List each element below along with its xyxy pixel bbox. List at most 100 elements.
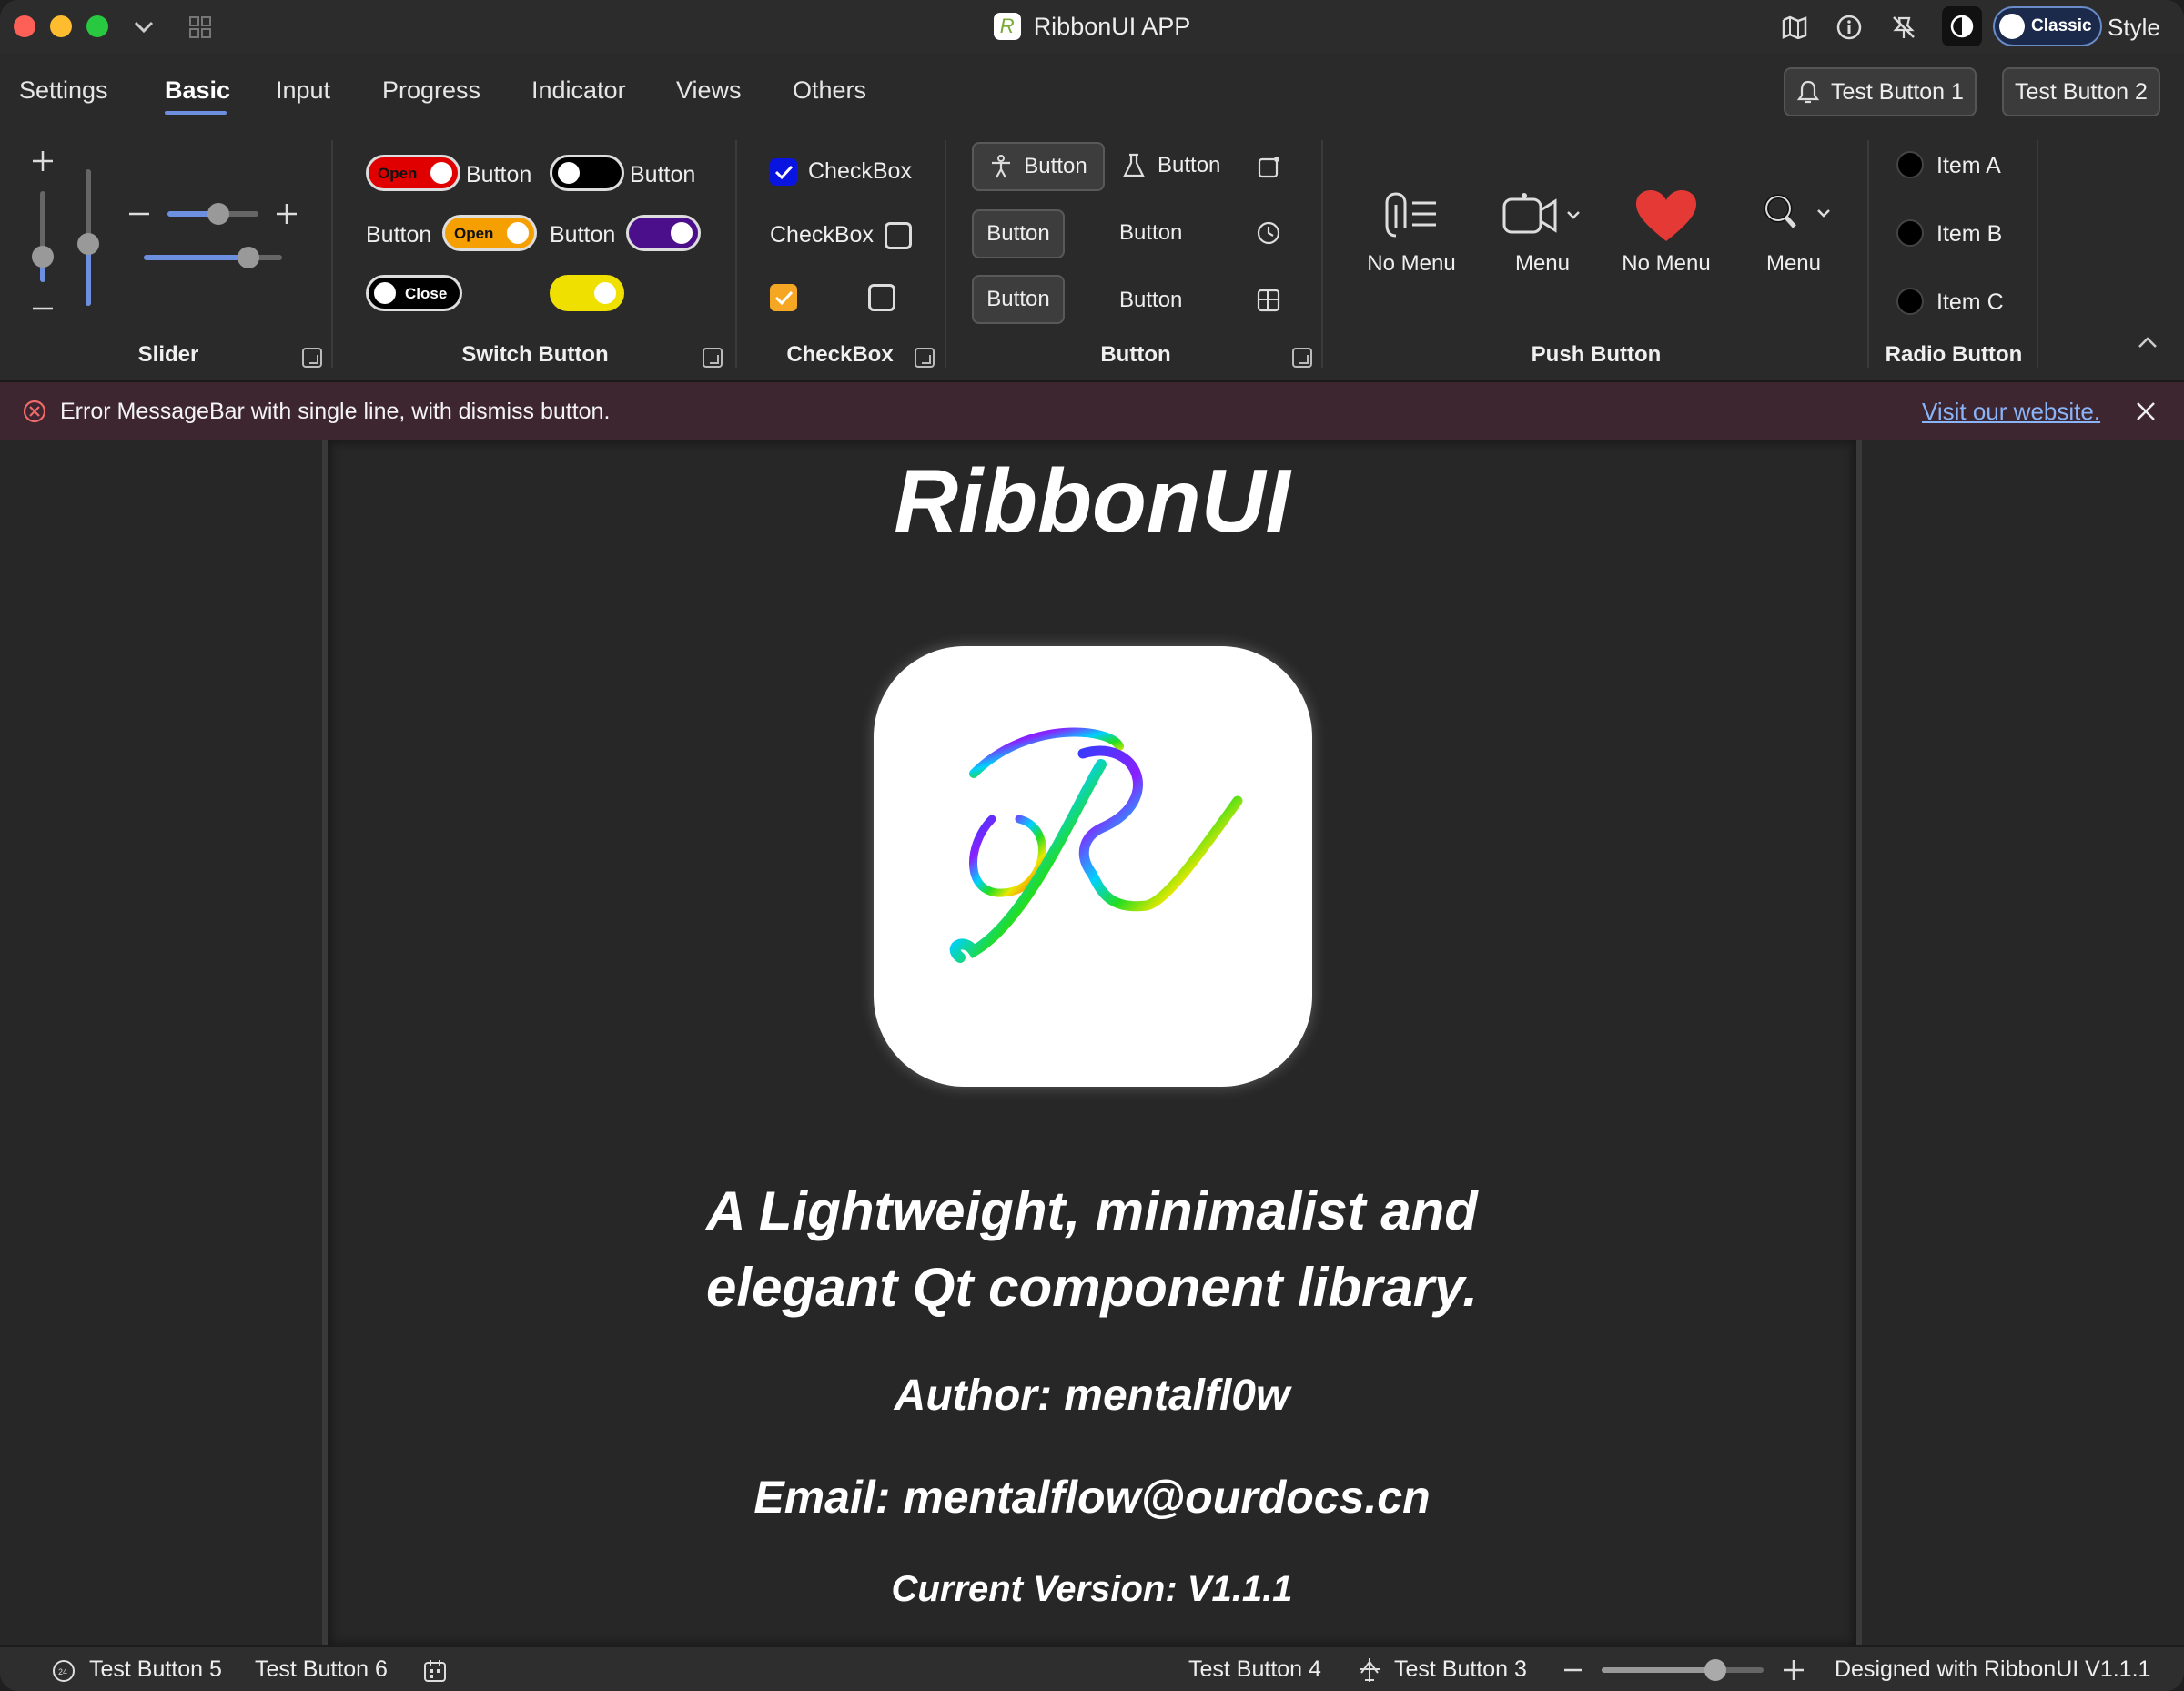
push-label: No Menu: [1367, 251, 1456, 276]
classic-toggle-label: Classic: [2031, 16, 2092, 35]
title-bar: R RibbonUI APP Classic Style: [0, 0, 2184, 53]
video-camera-icon: [1502, 193, 1580, 234]
checkbox-unchecked[interactable]: [868, 284, 895, 311]
info-icon[interactable]: [1833, 11, 1866, 44]
classic-style-toggle[interactable]: Classic: [1993, 6, 2102, 46]
switch-dialog-launcher[interactable]: [703, 348, 723, 368]
zoom-out-icon[interactable]: [1563, 1666, 1583, 1675]
radio-item-c[interactable]: [1896, 288, 1924, 315]
switch-open-red[interactable]: Open: [366, 155, 460, 191]
slider-dialog-launcher[interactable]: [302, 348, 322, 368]
minimize-window-button[interactable]: [50, 15, 72, 37]
minus-icon[interactable]: [127, 209, 151, 218]
accessibility-button[interactable]: Button: [972, 142, 1105, 191]
group-separator: [2037, 140, 2038, 368]
switch-off-black[interactable]: [550, 155, 624, 191]
test-button-4[interactable]: Test Button 4: [1188, 1656, 1321, 1683]
beaker-button[interactable]: Button: [1123, 153, 1220, 178]
switch-open-text: Open: [454, 225, 494, 242]
error-circle-icon: [23, 400, 46, 423]
map-icon[interactable]: [1778, 11, 1811, 44]
switch-open-orange[interactable]: Open: [442, 215, 537, 251]
window-new-icon[interactable]: [1258, 155, 1281, 178]
zoom-in-icon[interactable]: [1782, 1658, 1805, 1682]
switch-close-black[interactable]: Close: [366, 275, 462, 311]
radio-item-b[interactable]: [1896, 219, 1924, 247]
tab-input[interactable]: Input: [276, 76, 330, 105]
vertical-slider-1[interactable]: [32, 191, 54, 282]
plus-icon[interactable]: [275, 202, 298, 226]
checkbox-checked-orange[interactable]: [770, 284, 797, 311]
zoom-slider-fill: [1602, 1667, 1715, 1673]
test-button-1[interactable]: Test Button 1: [1784, 67, 1977, 116]
paperclip-list-icon: [1385, 192, 1436, 238]
radio-label: Item A: [1936, 153, 2001, 178]
switch-open-text: Open: [378, 165, 418, 182]
radio-label: Item C: [1936, 289, 2004, 315]
clock-24-icon[interactable]: 24: [51, 1658, 76, 1684]
radio-item-a[interactable]: [1896, 151, 1924, 178]
accessibility-icon: [992, 155, 1011, 178]
checkbox-label: CheckBox: [808, 158, 912, 184]
test-button-2[interactable]: Test Button 2: [2002, 67, 2160, 116]
visit-website-link[interactable]: Visit our website.: [1922, 398, 2100, 426]
horizontal-slider-1[interactable]: [167, 203, 258, 225]
switch-on-purple[interactable]: [626, 215, 701, 251]
radio-group-title: Radio Button: [1885, 342, 2023, 367]
checkbox-unchecked[interactable]: [885, 222, 912, 249]
close-window-button[interactable]: [14, 15, 35, 37]
plus-icon[interactable]: [31, 149, 55, 173]
zoom-slider[interactable]: [1602, 1659, 1764, 1681]
collapse-ribbon-icon[interactable]: [2137, 335, 2159, 349]
chevron-down-icon[interactable]: [127, 11, 160, 44]
checkbox-checked-blue[interactable]: [770, 158, 797, 186]
plain-button[interactable]: Button: [972, 275, 1065, 324]
tab-views[interactable]: Views: [676, 76, 742, 105]
maximize-window-button[interactable]: [86, 15, 108, 37]
svg-text:24: 24: [58, 1667, 67, 1676]
tab-others[interactable]: Others: [793, 76, 866, 105]
text-button[interactable]: Button: [1119, 288, 1182, 313]
tagline-line-1: A Lightweight, minimalist and: [706, 1180, 1478, 1241]
close-icon[interactable]: [2135, 400, 2157, 422]
group-separator: [1321, 140, 1323, 368]
button-dialog-launcher[interactable]: [1292, 348, 1312, 368]
test-button-6[interactable]: Test Button 6: [255, 1656, 388, 1683]
button-label: Button: [1158, 153, 1221, 177]
tab-progress[interactable]: Progress: [382, 76, 480, 105]
switch-on-yellow[interactable]: [550, 275, 624, 311]
zoom-slider-knob[interactable]: [1704, 1659, 1726, 1681]
radio-label: Item B: [1936, 221, 2003, 247]
tab-settings[interactable]: Settings: [19, 76, 108, 105]
horizontal-slider-2[interactable]: [144, 247, 282, 268]
clock-icon[interactable]: [1256, 220, 1281, 246]
push-button-no-menu[interactable]: No Menu: [1352, 184, 1471, 277]
push-button-no-menu-heart[interactable]: No Menu: [1607, 184, 1725, 277]
vertical-slider-2[interactable]: [77, 169, 99, 306]
designed-with-label: Designed with RibbonUI V1.1.1: [1835, 1656, 2151, 1682]
calendar-icon[interactable]: [422, 1658, 448, 1684]
tab-indicator[interactable]: Indicator: [531, 76, 626, 105]
ribbon-logo-icon: R: [993, 13, 1021, 40]
email-text: Email: mentalflow@ourdocs.cn: [753, 1472, 1431, 1523]
switch-close-text: Close: [405, 285, 448, 302]
tab-basic[interactable]: Basic: [165, 76, 230, 105]
layout-grid-icon[interactable]: [184, 11, 217, 44]
table-icon[interactable]: [1256, 288, 1281, 313]
group-separator: [331, 140, 333, 368]
minus-icon[interactable]: [31, 304, 55, 313]
push-button-menu-search[interactable]: Menu: [1734, 184, 1853, 277]
push-button-menu-video[interactable]: Menu: [1483, 184, 1602, 277]
app-title: RibbonUI: [894, 451, 1290, 551]
plain-button[interactable]: Button: [972, 209, 1065, 258]
text-button[interactable]: Button: [1119, 220, 1182, 246]
theme-contrast-icon[interactable]: [1942, 6, 1982, 46]
airplane-icon[interactable]: [1356, 1656, 1383, 1684]
pin-off-icon[interactable]: [1887, 11, 1920, 44]
test-button-5[interactable]: Test Button 5: [89, 1656, 222, 1683]
test-button-1-label: Test Button 1: [1831, 78, 1964, 105]
test-button-3[interactable]: Test Button 3: [1394, 1656, 1527, 1683]
push-button-group-title: Push Button: [1531, 342, 1662, 367]
switch-label: Button: [366, 222, 432, 248]
checkbox-dialog-launcher[interactable]: [915, 348, 935, 368]
